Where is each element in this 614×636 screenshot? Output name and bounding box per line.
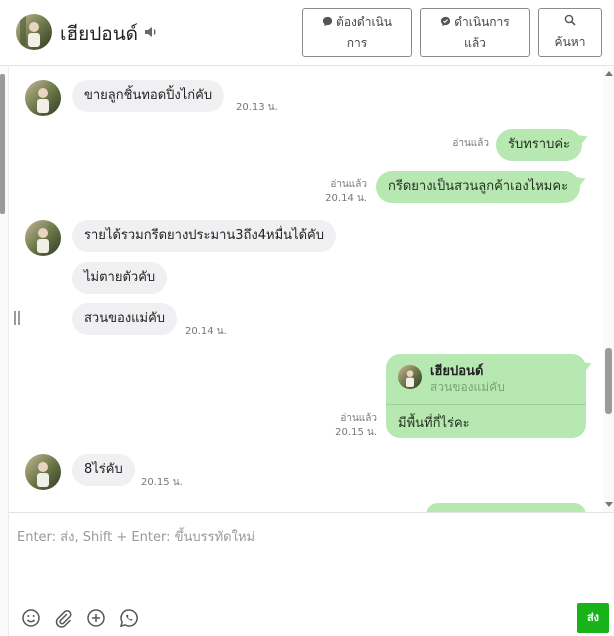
outgoing-message[interactable]: รับทราบค่ะ xyxy=(496,129,583,161)
done-action-label-2: แล้ว xyxy=(464,35,486,50)
rail-scroll-thumb[interactable] xyxy=(0,74,5,214)
reply-divider xyxy=(386,404,586,405)
incoming-message[interactable]: สวนของแม่คับ xyxy=(72,303,178,335)
incoming-message[interactable]: รายได้รวมกรีดยางประมาน3ถึง4หมื่นได้คับ xyxy=(72,220,336,252)
scroll-up-icon[interactable] xyxy=(605,71,613,76)
read-receipt: อ่านแล้ว xyxy=(452,138,489,149)
chat-bubble-icon xyxy=(322,13,333,33)
check-bubble-icon xyxy=(440,13,451,33)
message-time: 20.14 น. xyxy=(325,193,367,204)
message-scrollbar[interactable] xyxy=(603,67,614,512)
chat-window: เฮียปอนด์ ต้องดำเนิน การ ดำเนินการ แล้ว … xyxy=(0,0,614,636)
message-input[interactable]: Enter: ส่ง, Shift + Enter: ขึ้นบรรทัดใหม… xyxy=(17,526,255,547)
outgoing-message[interactable]: กรีดยางเป็นสวนลูกค้าเองไหมคะ xyxy=(376,171,581,203)
search-icon xyxy=(564,14,576,29)
contact-avatar[interactable] xyxy=(16,14,52,50)
send-button[interactable]: ส่ง xyxy=(577,603,609,633)
reply-text: มีพื้นที่กี่ไร่คะ xyxy=(398,416,470,431)
scroll-thumb[interactable] xyxy=(605,348,612,414)
done-action-button[interactable]: ดำเนินการ แล้ว xyxy=(420,8,530,57)
reply-message[interactable]: เฮียปอนด์ สวนของแม่คับ มีพื้นที่กี่ไร่คะ xyxy=(386,354,586,438)
contact-avatar-small[interactable] xyxy=(25,220,61,256)
read-receipt: อ่านแล้ว xyxy=(330,179,367,190)
pending-action-button[interactable]: ต้องดำเนิน การ xyxy=(302,8,412,57)
attachment-icon[interactable] xyxy=(53,608,73,628)
pending-action-label-1: ต้องดำเนิน xyxy=(336,15,392,29)
scroll-down-icon[interactable] xyxy=(605,502,613,507)
pending-action-label-2: การ xyxy=(346,35,368,50)
contact-avatar-small[interactable] xyxy=(25,80,61,116)
emoji-icon[interactable] xyxy=(21,608,41,628)
read-receipt: อ่านแล้ว xyxy=(340,413,377,424)
chat-header: เฮียปอนด์ ต้องดำเนิน การ ดำเนินการ แล้ว … xyxy=(0,0,614,66)
incoming-message[interactable]: ขายลูกชิ้นทอดปิ้งไก่คับ xyxy=(72,80,225,112)
contact-name[interactable]: เฮียปอนด์ xyxy=(60,19,138,49)
search-label: ค้นหา xyxy=(554,35,586,49)
speaker-icon[interactable] xyxy=(143,24,159,40)
search-button[interactable]: ค้นหา xyxy=(538,8,602,57)
message-composer[interactable]: Enter: ส่ง, Shift + Enter: ขึ้นบรรทัดใหม… xyxy=(9,512,614,636)
message-time: 20.13 น. xyxy=(236,102,278,113)
quoted-avatar xyxy=(398,365,422,389)
sticker-add-icon[interactable] xyxy=(86,608,106,628)
message-time: 20.15 น. xyxy=(335,427,377,438)
message-list[interactable]: ขายลูกชิ้นทอดปิ้งไก่คับ 20.13 น. อ่านแล้… xyxy=(9,67,603,512)
done-action-label-1: ดำเนินการ xyxy=(454,15,510,29)
incoming-message[interactable]: ไม่ตายตัวคับ xyxy=(72,262,168,294)
whatsapp-icon[interactable] xyxy=(119,608,139,628)
left-rail xyxy=(0,66,9,636)
quoted-text: สวนของแม่คับ xyxy=(430,380,505,394)
message-time: 20.14 น. xyxy=(185,326,227,337)
